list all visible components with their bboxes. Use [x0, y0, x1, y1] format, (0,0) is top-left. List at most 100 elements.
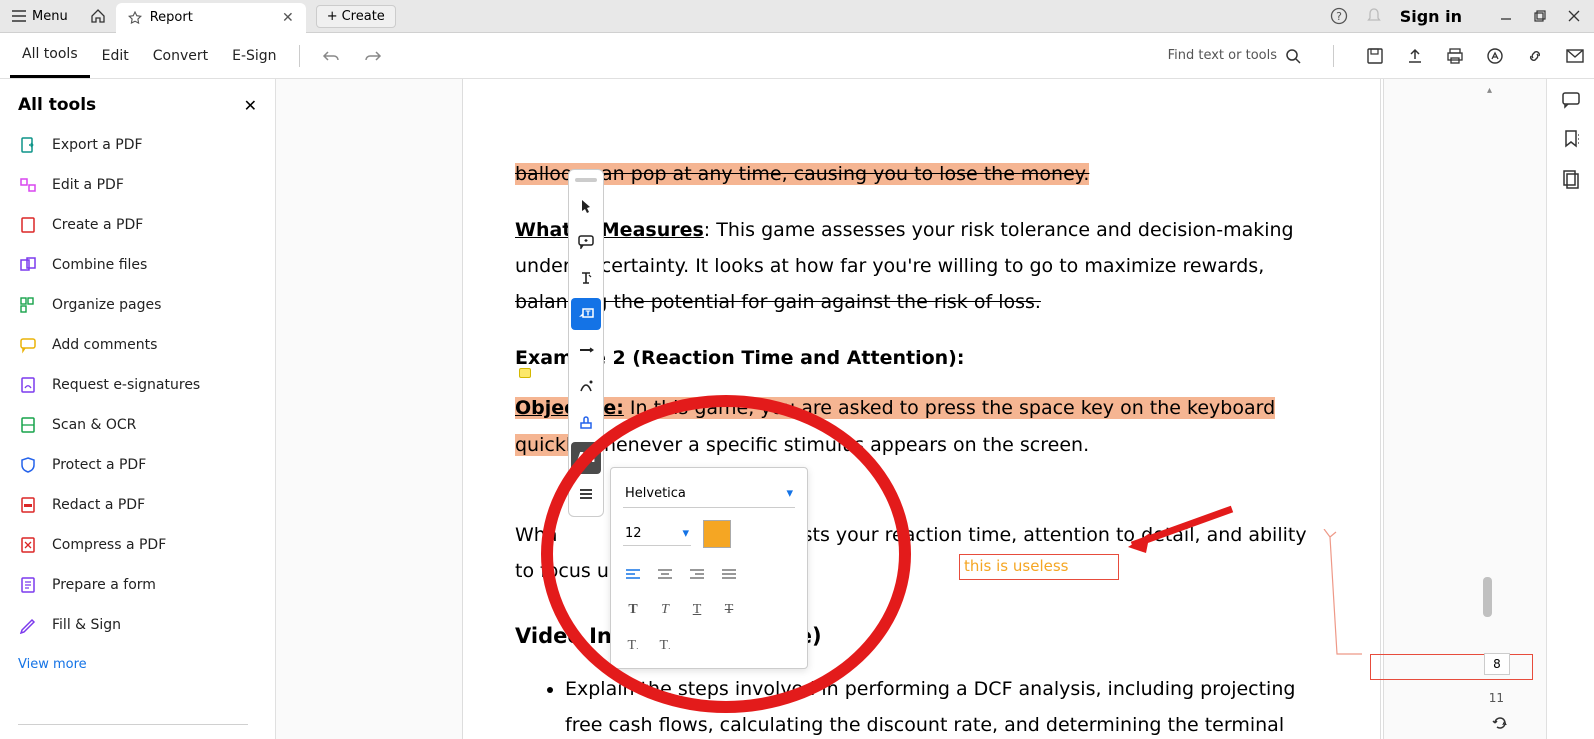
home-button[interactable]	[80, 0, 116, 32]
doc-text: Wha	[515, 524, 557, 546]
tab-edit[interactable]: Edit	[90, 33, 141, 78]
upload-button[interactable]	[1406, 47, 1424, 65]
subscript-button[interactable]: T.	[655, 636, 675, 656]
email-button[interactable]	[1566, 49, 1584, 63]
sidebar-item-compress[interactable]: Compress a PDF	[0, 525, 275, 565]
font-value: Helvetica	[625, 486, 686, 501]
sidebar-item-organize[interactable]: Organize pages	[0, 285, 275, 325]
align-right-button[interactable]	[687, 564, 707, 584]
color-picker[interactable]	[703, 520, 731, 548]
organize-icon	[18, 295, 38, 315]
search-placeholder: Find text or tools	[1168, 48, 1277, 63]
doc-paragraph: What It Measures: This game assesses you…	[515, 212, 1331, 320]
bookmarks-panel-button[interactable]	[1563, 129, 1579, 149]
edit-icon	[18, 175, 38, 195]
sidebar-item-label: Protect a PDF	[52, 457, 146, 473]
text-callout-tool[interactable]: T	[571, 298, 601, 330]
sidebar-item-create[interactable]: Create a PDF	[0, 205, 275, 245]
sidebar-item-fillsign[interactable]: Fill & Sign	[0, 605, 275, 645]
highlight-tool[interactable]	[571, 262, 601, 294]
select-tool[interactable]	[571, 190, 601, 222]
tab-close-button[interactable]: ✕	[282, 10, 294, 26]
window-controls	[1480, 10, 1580, 22]
doc-heading: Example 2 (Reaction Time and Attention):	[515, 340, 1331, 376]
search-tools[interactable]: Find text or tools	[1168, 48, 1301, 64]
page-number-input[interactable]: 8	[1484, 653, 1510, 675]
tab-esign[interactable]: E-Sign	[220, 33, 288, 78]
doc-bullet-list: Explain the steps involved in performing…	[565, 671, 1331, 739]
body-area: All tools ✕ Export a PDF Edit a PDF Crea…	[0, 79, 1594, 739]
size-selector[interactable]: 12 ▾	[623, 522, 691, 546]
scroll-up-icon[interactable]: ▴	[1487, 85, 1492, 96]
sticky-note-tool[interactable]	[571, 226, 601, 258]
refresh-button[interactable]	[1492, 715, 1508, 731]
document-tab[interactable]: Report ✕	[116, 3, 306, 33]
sidebar-item-esign[interactable]: Request e-signatures	[0, 365, 275, 405]
superscript-button[interactable]: T.	[623, 636, 643, 656]
maximize-button[interactable]	[1534, 10, 1546, 22]
sidebar-item-label: Scan & OCR	[52, 417, 136, 433]
create-pdf-icon	[18, 215, 38, 235]
annotation-toolbar: T Aa	[568, 169, 604, 517]
italic-button[interactable]: T	[655, 600, 675, 620]
bold-button[interactable]: T	[623, 600, 643, 620]
style-row: T T T T	[623, 600, 795, 620]
separator	[299, 45, 300, 67]
view-more-link[interactable]: View more	[0, 645, 275, 684]
vertical-scrollbar[interactable]: ▴	[1482, 79, 1492, 739]
underline-tool[interactable]	[571, 334, 601, 366]
signin-button[interactable]: Sign in	[1400, 7, 1462, 26]
underline-button[interactable]: T	[687, 600, 707, 620]
ai-button[interactable]	[1486, 47, 1504, 65]
sidebar-item-comments[interactable]: Add comments	[0, 325, 275, 365]
print-button[interactable]	[1446, 47, 1464, 65]
tab-all-tools[interactable]: All tools	[10, 33, 90, 78]
grip-handle[interactable]	[575, 178, 597, 182]
sidebar-item-label: Fill & Sign	[52, 617, 121, 633]
combine-icon	[18, 255, 38, 275]
minimize-button[interactable]	[1500, 10, 1512, 22]
help-icon[interactable]: ?	[1330, 7, 1348, 25]
script-row: T. T.	[623, 636, 795, 656]
sidebar-item-form[interactable]: Prepare a form	[0, 565, 275, 605]
sidebar-item-export[interactable]: Export a PDF	[0, 125, 275, 165]
scrollbar-thumb[interactable]	[1483, 577, 1492, 617]
tab-convert[interactable]: Convert	[141, 33, 220, 78]
link-button[interactable]	[1526, 47, 1544, 65]
text-annotation[interactable]: this is useless	[959, 554, 1119, 580]
page-border	[1380, 79, 1381, 739]
signature-icon	[18, 375, 38, 395]
create-button[interactable]: + Create	[316, 5, 396, 28]
export-icon	[18, 135, 38, 155]
thumbnails-panel-button[interactable]	[1562, 169, 1580, 189]
fillsign-icon	[18, 615, 38, 635]
sidebar-item-combine[interactable]: Combine files	[0, 245, 275, 285]
draw-tool[interactable]	[571, 370, 601, 402]
sidebar-item-edit[interactable]: Edit a PDF	[0, 165, 275, 205]
sidebar-close-button[interactable]: ✕	[244, 96, 257, 115]
redo-button[interactable]	[352, 33, 394, 78]
close-button[interactable]	[1568, 10, 1580, 22]
align-left-button[interactable]	[623, 564, 643, 584]
tab-title: Report	[150, 10, 193, 25]
font-selector[interactable]: Helvetica ▾	[623, 480, 795, 508]
text-tool[interactable]: Aa	[571, 442, 601, 474]
comment-icon	[18, 335, 38, 355]
comments-panel-button[interactable]	[1561, 91, 1581, 109]
strikethrough-button[interactable]: T	[719, 600, 739, 620]
menu-button[interactable]: Menu	[0, 0, 80, 32]
sidebar-item-scan[interactable]: Scan & OCR	[0, 405, 275, 445]
stamp-tool[interactable]	[571, 406, 601, 438]
sidebar-item-protect[interactable]: Protect a PDF	[0, 445, 275, 485]
home-icon	[90, 8, 106, 24]
save-button[interactable]	[1366, 47, 1384, 65]
undo-button[interactable]	[310, 33, 352, 78]
doc-paragraph: Objective: In this game, you are asked t…	[515, 390, 1331, 462]
shield-icon	[18, 455, 38, 475]
more-tools[interactable]	[571, 478, 601, 510]
sidebar-item-redact[interactable]: Redact a PDF	[0, 485, 275, 525]
comment-marker-icon[interactable]	[519, 368, 531, 378]
align-justify-button[interactable]	[719, 564, 739, 584]
align-center-button[interactable]	[655, 564, 675, 584]
bell-icon[interactable]	[1366, 7, 1382, 25]
